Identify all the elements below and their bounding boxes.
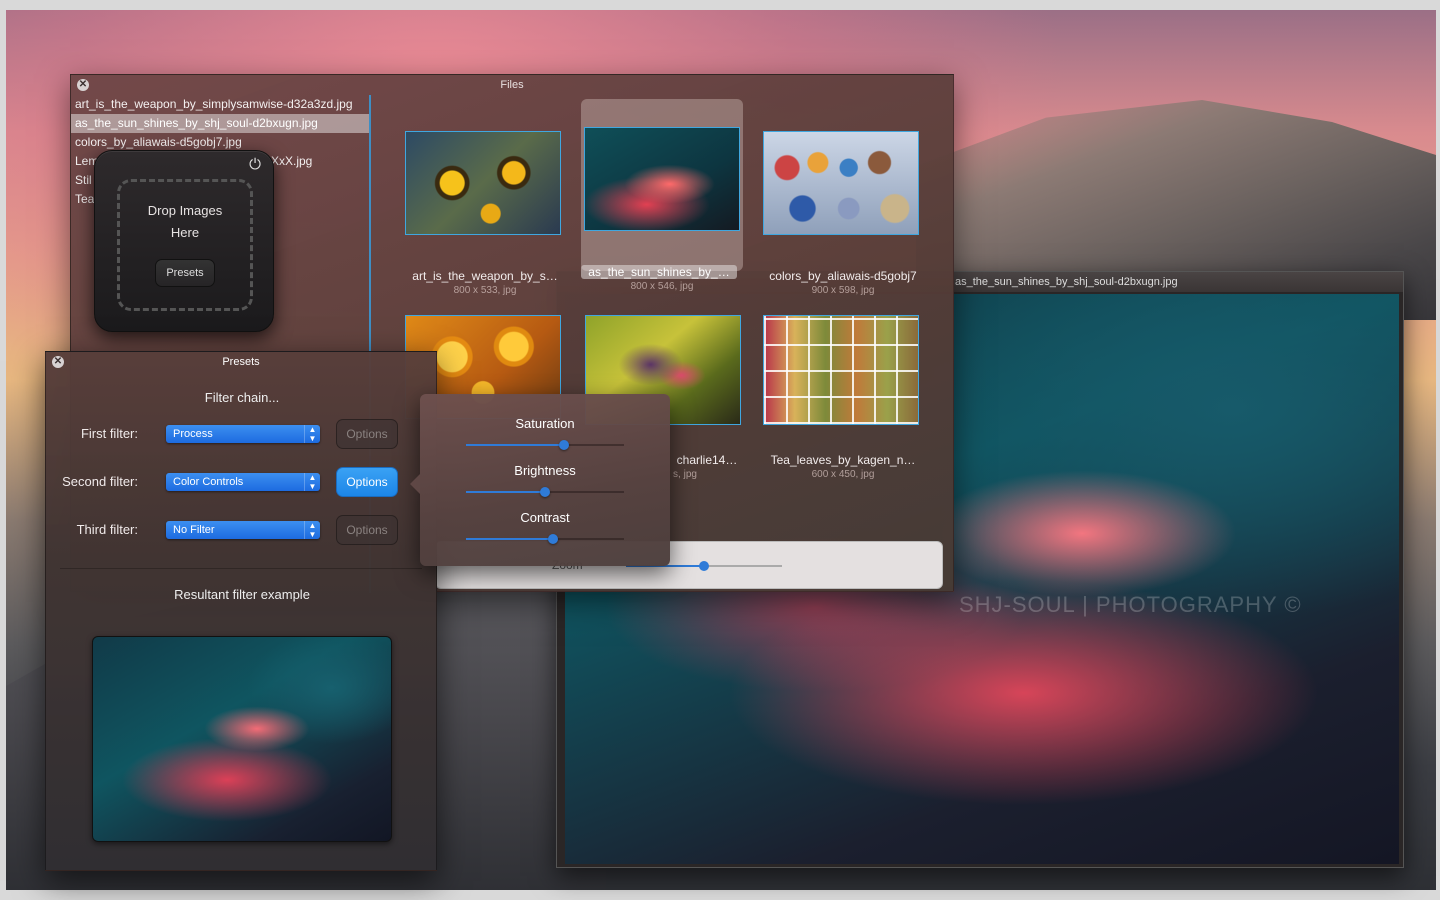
- result-title: Resultant filter example: [174, 587, 310, 602]
- slider-knob[interactable]: [558, 440, 569, 450]
- thumbnail-name: Tea_leaves_by_kagen_n…: [770, 453, 916, 467]
- thumbnail-meta: 800 x 533, jpg: [453, 285, 517, 296]
- files-title: Files: [500, 79, 524, 91]
- select-value: Color Controls: [173, 476, 244, 488]
- presets-titlebar[interactable]: ✕ Presets: [46, 352, 436, 372]
- thumbnail-item[interactable]: colors_by_aliawais-d5gobj7 900 x 598, jp…: [759, 101, 919, 296]
- filter-row-second: Second filter: Color Controls ▲ ▼ Options: [46, 466, 438, 498]
- chevron-updown-icon: ▲ ▼: [304, 425, 320, 443]
- slider-fill: [466, 491, 545, 493]
- chevron-updown-icon: ▲ ▼: [304, 473, 320, 491]
- tea-leaves-image: [763, 315, 919, 425]
- brightness-slider[interactable]: [466, 487, 624, 497]
- second-filter-options-button[interactable]: Options: [336, 467, 398, 497]
- filter-chain-title: Filter chain...: [204, 390, 280, 405]
- filter-row-third: Third filter: No Filter ▲ ▼ Options: [46, 514, 438, 546]
- thumbnail-item-selected[interactable]: as_the_sun_shines_by_… 800 x 546, jpg: [581, 99, 743, 292]
- presets-window: ✕ Presets Filter chain... First filter: …: [45, 351, 437, 871]
- brightness-label: Brightness: [514, 463, 576, 478]
- red-daisy-image: [584, 127, 740, 231]
- list-item[interactable]: art_is_the_weapon_by_simplysamwise-d32a3…: [71, 95, 369, 114]
- thumbnail-meta: s, jpg: [673, 469, 697, 480]
- drop-text-line1: Drop Images: [147, 203, 223, 218]
- zoom-slider-knob[interactable]: [699, 561, 709, 571]
- slider-knob[interactable]: [540, 487, 550, 497]
- filter-row-first: First filter: Process ▲ ▼ Options: [46, 418, 438, 450]
- select-value: Process: [173, 428, 213, 440]
- saturation-label: Saturation: [515, 416, 575, 431]
- thumbnail-meta: 600 x 450, jpg: [811, 469, 875, 480]
- filter-label: Second filter:: [62, 474, 138, 489]
- section-divider: [60, 568, 422, 569]
- thumbnail-item[interactable]: Tea_leaves_by_kagen_n… 600 x 450, jpg: [759, 309, 919, 499]
- list-item-fragment: XxX.jpg: [271, 154, 313, 168]
- thumbnail-name: colors_by_aliawais-d5gobj7: [769, 269, 917, 283]
- thumbnail-name: art_is_the_weapon_by_s…: [412, 269, 558, 283]
- thumbnail-item[interactable]: art_is_the_weapon_by_s… 800 x 533, jpg: [401, 101, 561, 296]
- thumbnail-meta: 900 x 598, jpg: [811, 285, 875, 296]
- first-filter-options-button[interactable]: Options: [336, 419, 398, 449]
- second-filter-select[interactable]: Color Controls ▲ ▼: [166, 473, 320, 491]
- thumbnail-meta: 800 x 546, jpg: [630, 281, 694, 292]
- contrast-slider[interactable]: [466, 534, 624, 544]
- slider-knob[interactable]: [547, 534, 558, 544]
- thumbnail-name: charlie14…: [676, 453, 738, 467]
- saturation-slider[interactable]: [466, 440, 624, 450]
- popover-arrow: [410, 474, 420, 494]
- filter-label: First filter:: [80, 426, 138, 441]
- drop-text-line2: Here: [170, 225, 200, 240]
- image-watermark: SHJ-SOUL | PHOTOGRAPHY ©: [959, 592, 1302, 617]
- chevron-updown-icon: ▲ ▼: [304, 521, 320, 539]
- pigment-jars-image: [763, 131, 919, 235]
- select-value: No Filter: [173, 524, 215, 536]
- thumbnail-name: as_the_sun_shines_by_…: [581, 265, 737, 279]
- filter-label: Third filter:: [76, 522, 138, 537]
- first-filter-select[interactable]: Process ▲ ▼: [166, 425, 320, 443]
- drop-images-widget[interactable]: ⏻ Drop Images Here Presets: [94, 150, 274, 332]
- third-filter-options-button[interactable]: Options: [336, 515, 398, 545]
- color-controls-popover: Saturation Brightness Contrast: [410, 394, 670, 566]
- files-close-icon[interactable]: ✕: [77, 79, 89, 91]
- contrast-label: Contrast: [520, 510, 570, 525]
- presets-title: Presets: [222, 356, 260, 368]
- yellow-flowers-image: [405, 131, 561, 235]
- presets-button[interactable]: Presets: [155, 259, 215, 287]
- power-icon[interactable]: ⏻: [247, 157, 263, 173]
- third-filter-select[interactable]: No Filter ▲ ▼: [166, 521, 320, 539]
- presets-close-icon[interactable]: ✕: [52, 356, 64, 368]
- result-preview-image: [92, 636, 392, 842]
- drop-target-outline: [117, 179, 253, 311]
- slider-fill: [466, 444, 564, 446]
- slider-fill: [466, 538, 553, 540]
- files-titlebar[interactable]: ✕ Files: [71, 75, 953, 95]
- list-item[interactable]: as_the_sun_shines_by_shj_soul-d2bxugn.jp…: [71, 114, 369, 133]
